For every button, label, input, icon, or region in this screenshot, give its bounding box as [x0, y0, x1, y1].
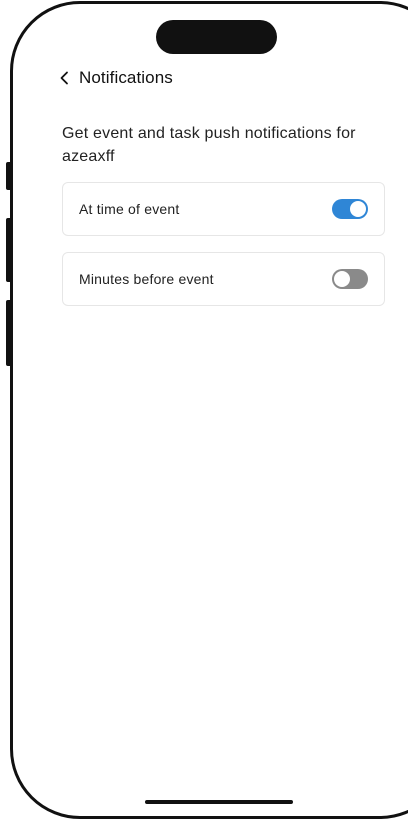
home-indicator[interactable]: [145, 800, 293, 804]
setting-label: Minutes before event: [79, 271, 214, 287]
page-title: Notifications: [79, 68, 173, 87]
at-time-of-event-toggle[interactable]: [332, 199, 368, 219]
toggle-knob: [350, 201, 366, 217]
setting-minutes-before-event[interactable]: Minutes before event: [62, 252, 385, 306]
setting-at-time-of-event[interactable]: At time of event: [62, 182, 385, 236]
phone-frame: Notifications Get event and task push no…: [10, 1, 408, 819]
navigation-bar: Notifications: [57, 65, 173, 91]
chevron-left-icon[interactable]: [57, 70, 73, 86]
notifications-description: Get event and task push notifications fo…: [62, 125, 356, 165]
setting-label: At time of event: [79, 201, 180, 217]
device-screen: Notifications Get event and task push no…: [0, 0, 408, 822]
minutes-before-event-toggle[interactable]: [332, 269, 368, 289]
dynamic-island: [156, 20, 277, 54]
toggle-knob: [334, 271, 350, 287]
